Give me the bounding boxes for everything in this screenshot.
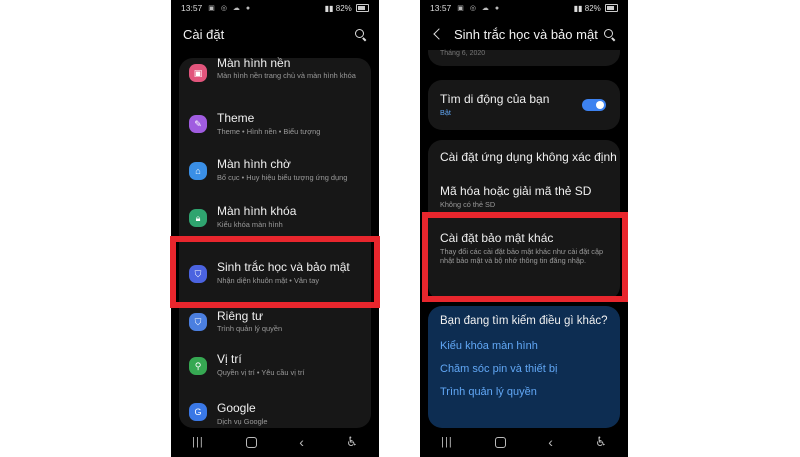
- back-nav-icon[interactable]: ‹: [548, 434, 553, 450]
- item-subtitle: Quyền vị trí • Yêu cầu vị trí: [217, 368, 305, 377]
- item-label: Màn hình chờ: [217, 157, 291, 171]
- item-subtitle: Bố cục • Huy hiệu biểu tượng ứng dụng: [217, 173, 348, 182]
- theme-icon: ✎: [189, 115, 207, 133]
- item-label: Mã hóa hoặc giải mã thẻ SD: [440, 184, 592, 198]
- signal-icon: ▮▮: [324, 3, 334, 13]
- accessibility-icon[interactable]: ♿︎: [595, 434, 607, 450]
- back-arrow-icon[interactable]: [432, 27, 442, 41]
- item-label: Riêng tư: [217, 309, 264, 323]
- status-right: ▮▮ 82%: [574, 4, 618, 13]
- item-subtitle: Trình quản lý quyền: [217, 324, 283, 333]
- settings-item-home-screen[interactable]: ⌂ Màn hình chờ Bố cục • Huy hiệu biểu tư…: [179, 156, 371, 196]
- item-label: Theme: [217, 111, 255, 125]
- home-screen-icon: ⌂: [189, 162, 207, 180]
- settings-item-privacy[interactable]: ⛉ Riêng tư Trình quản lý quyền: [179, 309, 371, 345]
- wallpaper-icon: ▣: [189, 64, 207, 82]
- item-subtitle: Theme • Hình nền • Biểu tượng: [217, 127, 321, 136]
- notification-icons: ▣ ◎ ☁ ●: [457, 5, 502, 12]
- settings-item-wallpaper[interactable]: ▣ Màn hình nền Màn hình nền trang chủ và…: [179, 56, 371, 102]
- suggestions-card: Bạn đang tìm kiếm điều gì khác? Kiểu khó…: [428, 306, 620, 428]
- back-nav-icon[interactable]: ‹: [299, 434, 304, 450]
- status-bar: 13:57 ▣ ◎ ☁ ● ▮▮ 82%: [420, 0, 628, 16]
- status-time: 13:57: [430, 3, 452, 13]
- highlight-box: [422, 212, 628, 302]
- unknown-apps-item[interactable]: Cài đặt ứng dụng không xác định: [440, 150, 617, 164]
- battery-level: 82%: [584, 3, 601, 13]
- encrypt-sd-card-item[interactable]: Mã hóa hoặc giải mã thẻ SD Không có thẻ …: [440, 184, 610, 209]
- google-icon: G: [189, 403, 207, 421]
- privacy-icon: ⛉: [189, 313, 207, 331]
- item-subtitle: Kiểu khóa màn hình: [217, 220, 283, 229]
- item-subtitle: Không có thẻ SD: [440, 200, 496, 209]
- notification-icons: ▣ ◎ ☁ ●: [208, 5, 253, 12]
- battery-level: 82%: [335, 3, 352, 13]
- recent-apps-icon[interactable]: |||: [192, 436, 204, 448]
- item-label: Màn hình khóa: [217, 204, 297, 218]
- search-icon[interactable]: [603, 28, 616, 41]
- status-bar: 13:57 ▣ ◎ ☁ ● ▮▮ 82%: [171, 0, 379, 16]
- navigation-bar: ||| ‹ ♿︎: [420, 427, 628, 457]
- find-device-toggle[interactable]: [582, 99, 606, 111]
- settings-item-google[interactable]: G Google Dịch vụ Google: [179, 398, 371, 428]
- item-label: Google: [217, 401, 256, 415]
- settings-item-location[interactable]: ⚲ Vị trí Quyền vị trí • Yêu cầu vị trí: [179, 352, 371, 387]
- location-icon: ⚲: [189, 357, 207, 375]
- lock-icon: 🔒︎: [189, 209, 207, 227]
- highlight-box: [170, 236, 380, 308]
- previous-section-card: Tháng 6, 2020: [428, 50, 620, 66]
- home-icon[interactable]: [494, 436, 506, 448]
- item-label: Màn hình nền: [217, 56, 291, 70]
- search-icon[interactable]: [354, 28, 367, 41]
- app-header: Sinh trắc học và bảo mật: [420, 22, 628, 46]
- status-right: ▮▮ 82%: [325, 4, 369, 13]
- navigation-bar: ||| ‹ ♿︎: [171, 427, 379, 457]
- suggestions-title: Bạn đang tìm kiếm điều gì khác?: [440, 315, 608, 327]
- battery-icon: [356, 4, 369, 13]
- home-icon[interactable]: [245, 436, 257, 448]
- cut-off-text: Tháng 6, 2020: [440, 50, 486, 57]
- page-title: Sinh trắc học và bảo mật: [454, 26, 598, 42]
- app-header: Cài đặt: [171, 22, 379, 46]
- item-subtitle: Dịch vụ Google: [217, 417, 268, 426]
- suggestion-link-battery-care[interactable]: Chăm sóc pin và thiết bị: [440, 363, 557, 375]
- item-subtitle: Màn hình nền trang chủ và màn hình khóa: [217, 71, 356, 80]
- settings-item-theme[interactable]: ✎ Theme Theme • Hình nền • Biểu tượng: [179, 110, 371, 150]
- page-title: Cài đặt: [183, 26, 225, 42]
- signal-icon: ▮▮: [573, 3, 583, 13]
- item-label: Cài đặt ứng dụng không xác định: [440, 150, 617, 164]
- recent-apps-icon[interactable]: |||: [441, 436, 453, 448]
- suggestion-link-lock-type[interactable]: Kiểu khóa màn hình: [440, 340, 538, 352]
- suggestion-link-permission-manager[interactable]: Trình quản lý quyền: [440, 386, 537, 398]
- item-label: Vị trí: [217, 352, 242, 366]
- status-time: 13:57: [181, 3, 203, 13]
- find-device-card: Tìm di động của bạn Bật: [428, 80, 620, 130]
- battery-icon: [605, 4, 618, 13]
- settings-screen: 13:57 ▣ ◎ ☁ ● ▮▮ 82% Cài đặt ▣ Màn hình …: [171, 0, 379, 457]
- accessibility-icon[interactable]: ♿︎: [346, 434, 358, 450]
